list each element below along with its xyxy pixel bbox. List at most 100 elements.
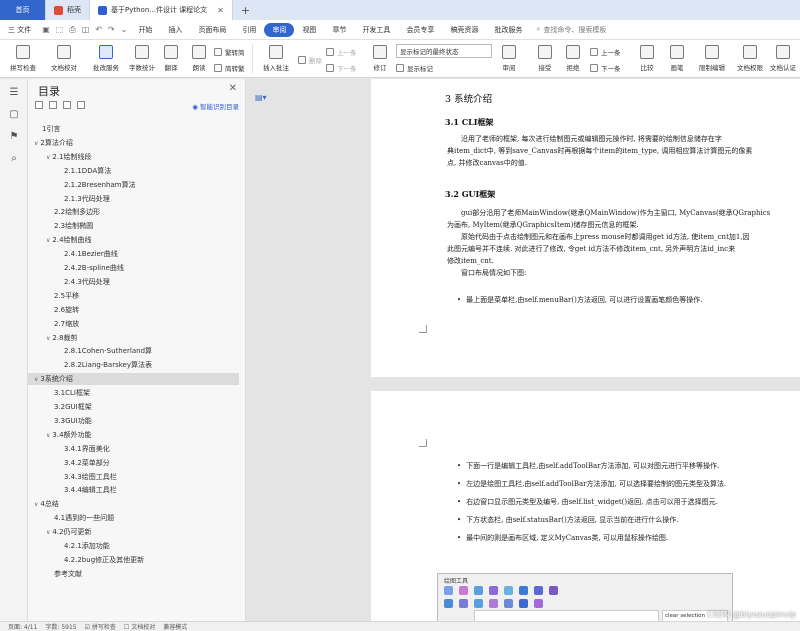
toc-item[interactable]: 2.4.2B-spline曲线 bbox=[64, 262, 124, 274]
toc-item[interactable]: ∨ 4.2仍可更新 bbox=[46, 526, 92, 538]
compare-button[interactable]: 比较 bbox=[634, 45, 660, 72]
toc-item[interactable]: 3.4.1界面美化 bbox=[64, 443, 110, 455]
toc-item[interactable]: 3.4.3绘图工具栏 bbox=[64, 471, 117, 483]
toc-item[interactable]: 4.2.1添加功能 bbox=[64, 540, 110, 552]
toc-item[interactable]: 2.1.3代码处理 bbox=[64, 193, 110, 205]
spell-check-status[interactable]: ☑ 拼写检查 bbox=[85, 622, 116, 631]
toc-item[interactable]: ∨ 3.4额外功能 bbox=[46, 429, 92, 441]
restrict-edit-button[interactable]: 限制编辑 bbox=[694, 45, 730, 72]
undo-icon[interactable]: ↶ bbox=[92, 25, 105, 34]
file-menu[interactable]: 三 文件 bbox=[0, 25, 39, 35]
toc-item[interactable]: 2.1.1DDA算法 bbox=[64, 165, 111, 177]
close-icon[interactable]: ✕ bbox=[217, 6, 224, 15]
menu-developer[interactable]: 开发工具 bbox=[354, 25, 398, 35]
prev-change-button[interactable]: 上一条 bbox=[590, 47, 621, 57]
toc-item[interactable]: 2.4.3代码处理 bbox=[64, 276, 110, 288]
doc-nav-icon[interactable]: ▤▾ bbox=[255, 93, 267, 102]
toc-item[interactable]: ∨ 2.1绘制线段 bbox=[46, 151, 92, 163]
revise-button[interactable]: 修订 bbox=[366, 45, 394, 72]
toc-item[interactable]: 2.4.1Bezier曲线 bbox=[64, 248, 118, 260]
toc-item[interactable]: ∨ 2.8裁剪 bbox=[46, 332, 78, 344]
menu-chapter[interactable]: 章节 bbox=[324, 25, 354, 35]
collapse-icon[interactable] bbox=[49, 101, 57, 109]
to-simplified-button[interactable]: 繁转简 bbox=[214, 47, 245, 57]
add-level-icon[interactable] bbox=[63, 101, 71, 109]
menu-layout[interactable]: 页面布局 bbox=[190, 25, 234, 35]
bookmark-icon[interactable]: ⚑ bbox=[8, 131, 20, 143]
toc-item[interactable]: 2.8.1Cohen-Sutherland算 bbox=[64, 345, 152, 357]
menu-review[interactable]: 审阅 bbox=[264, 22, 295, 37]
smart-toc-button[interactable]: ◉ 智能识别目录 bbox=[192, 101, 239, 111]
to-traditional-button[interactable]: 简转繁 bbox=[214, 63, 245, 73]
accept-button[interactable]: 接受 bbox=[532, 45, 558, 72]
word-count-button[interactable]: 字数统计 bbox=[126, 45, 158, 72]
toc-item[interactable]: 4.1遇到的一些问题 bbox=[54, 512, 114, 524]
reject-button[interactable]: 拒绝 bbox=[560, 45, 586, 72]
brush-button[interactable]: 画笔 bbox=[664, 45, 690, 72]
prev-comment-button[interactable]: 上一条 bbox=[326, 47, 357, 57]
pages-icon[interactable]: ▢ bbox=[8, 109, 20, 121]
toc-item[interactable]: 3.4.4编辑工具栏 bbox=[64, 484, 117, 496]
word-count-status[interactable]: 字数: 5915 bbox=[45, 622, 76, 631]
print-icon[interactable]: ⎙ bbox=[66, 25, 78, 35]
translate-button[interactable]: 翻译 bbox=[158, 45, 184, 72]
tab-docer[interactable]: 稻壳 bbox=[46, 0, 90, 20]
toc-item[interactable]: 2.3绘制椭圆 bbox=[54, 220, 93, 232]
menu-member[interactable]: 会员专享 bbox=[398, 25, 442, 35]
chevron-down-icon[interactable]: ∨ bbox=[34, 140, 38, 147]
chevron-down-icon[interactable]: ∨ bbox=[46, 529, 50, 536]
redo-icon[interactable]: ↷ bbox=[105, 25, 118, 34]
expand-icon[interactable] bbox=[35, 101, 43, 109]
toc-item[interactable]: ∨ 4总结 bbox=[34, 498, 59, 510]
toc-item[interactable]: 3.4.2菜单部分 bbox=[64, 457, 110, 469]
toc-item[interactable]: 3.3GUI功能 bbox=[54, 415, 92, 427]
toc-item[interactable]: 2.6旋转 bbox=[54, 304, 79, 316]
chevron-down-icon[interactable]: ∨ bbox=[34, 376, 38, 383]
close-icon[interactable]: ✕ bbox=[229, 83, 237, 94]
next-comment-button[interactable]: 下一条 bbox=[326, 63, 357, 73]
menu-resources[interactable]: 稿壳资源 bbox=[442, 25, 486, 35]
next-change-button[interactable]: 下一条 bbox=[590, 63, 621, 73]
chevron-down-icon[interactable]: ∨ bbox=[46, 335, 50, 342]
show-markup-button[interactable]: 显示标记 bbox=[396, 63, 433, 73]
proof-status[interactable]: ☐ 文档校对 bbox=[124, 622, 155, 631]
new-tab-button[interactable]: + bbox=[233, 0, 258, 20]
toc-item[interactable]: 2.7缩放 bbox=[54, 318, 79, 330]
chevron-down-icon[interactable]: ∨ bbox=[46, 154, 50, 161]
chevron-down-icon[interactable]: ∨ bbox=[34, 501, 38, 508]
toc-item[interactable]: ∨ 2算法介绍 bbox=[34, 137, 73, 149]
menu-start[interactable]: 开始 bbox=[130, 25, 160, 35]
toc-item[interactable]: 2.8.2Liang-Barskey算法表 bbox=[64, 359, 152, 371]
read-aloud-button[interactable]: 朗读 bbox=[186, 45, 212, 72]
preview-icon[interactable]: ◫ bbox=[79, 25, 93, 34]
menu-correction[interactable]: 批改服务 bbox=[486, 25, 530, 35]
export-icon[interactable]: ⬚ bbox=[53, 25, 67, 34]
spell-check-button[interactable]: 拼写检查 bbox=[4, 45, 42, 72]
chevron-down-icon[interactable]: ⌄ bbox=[118, 25, 131, 34]
batch-review-button[interactable]: 批改服务 bbox=[86, 45, 126, 72]
chevron-down-icon[interactable]: ∨ bbox=[46, 237, 50, 244]
search-icon[interactable]: ⌕ bbox=[8, 153, 20, 165]
doc-permission-button[interactable]: 文档权限 bbox=[732, 45, 768, 72]
toc-item[interactable]: ∨ 2.4绘制曲线 bbox=[46, 234, 92, 246]
tab-home[interactable]: 首页 bbox=[0, 0, 46, 20]
menu-references[interactable]: 引用 bbox=[234, 25, 264, 35]
toc-item[interactable]: ∨ 3系统介绍 bbox=[28, 373, 239, 386]
save-icon[interactable]: ▣ bbox=[39, 25, 53, 34]
toc-item[interactable]: 4.2.2bug修正及其他更新 bbox=[64, 554, 144, 566]
menu-view[interactable]: 视图 bbox=[294, 25, 324, 35]
toc-item[interactable]: 3.2GUI框架 bbox=[54, 401, 92, 413]
toc-item[interactable]: 1引言 bbox=[42, 123, 60, 135]
command-search[interactable]: ⌕ 查找命令、搜索模板 bbox=[536, 25, 606, 35]
toc-item[interactable]: 2.2绘制多边形 bbox=[54, 206, 100, 218]
review-button[interactable]: 审阅 bbox=[496, 45, 522, 72]
insert-comment-button[interactable]: 插入批注 bbox=[256, 45, 296, 72]
delete-comment-button[interactable]: 删除 bbox=[298, 55, 322, 65]
toc-item[interactable]: 参考文献 bbox=[54, 568, 82, 580]
doc-cert-button[interactable]: 文档认证 bbox=[766, 45, 800, 72]
tab-document[interactable]: 基于Python...件设计 课程论文 ✕ bbox=[90, 0, 233, 20]
page-indicator[interactable]: 页面: 4/11 bbox=[8, 622, 37, 631]
remove-level-icon[interactable] bbox=[77, 101, 85, 109]
menu-insert[interactable]: 插入 bbox=[160, 25, 190, 35]
toc-item[interactable]: 3.1CLI框架 bbox=[54, 387, 90, 399]
